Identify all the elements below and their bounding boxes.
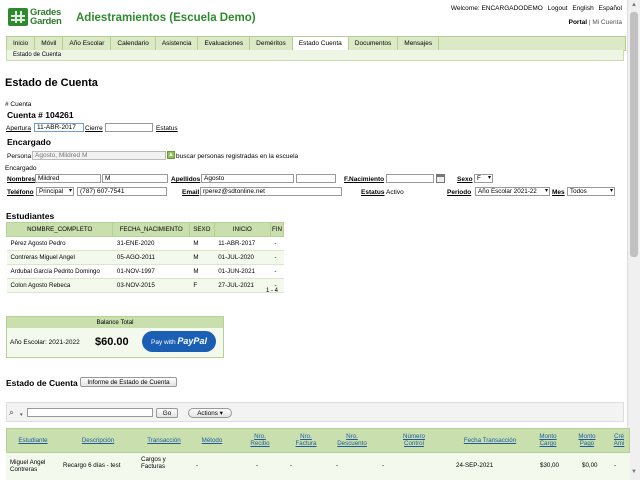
top-links: Welcome: ENCARGADODEMO Logout English Es… — [448, 5, 622, 12]
nombres-input[interactable]: Mildred — [35, 174, 101, 183]
periodo-label: Periodo — [447, 189, 472, 196]
col-nombre-completo[interactable]: NOMBRE_COMPLETO — [5, 222, 114, 237]
col-inicio[interactable]: INICIO — [213, 222, 272, 237]
email-label: Email — [182, 189, 200, 196]
chevron-down-icon: ▾ — [219, 410, 223, 417]
page-title: Estado de Cuenta — [5, 77, 98, 89]
col-metodo[interactable]: Método — [196, 437, 228, 444]
logo-icon — [8, 8, 28, 26]
telefono-input[interactable]: (787) 607-7541 — [77, 187, 167, 196]
telefono-label: Teléfono — [7, 189, 34, 196]
tab-movil[interactable]: Móvil — [35, 37, 64, 50]
apertura-label: Apertura — [6, 125, 31, 132]
tab-asistencia[interactable]: Asistencia — [156, 37, 199, 50]
table-row: Contreras Miguel Angel 05-AGO-2011 M 01-… — [6, 250, 284, 265]
search-input[interactable] — [27, 408, 153, 417]
col-estudiante[interactable]: Estudiante — [8, 437, 58, 444]
tab-documentos[interactable]: Documentos — [349, 37, 399, 50]
col-nro-factura[interactable]: Nro. Factura — [292, 433, 320, 447]
estado-cuenta-heading: Estado de Cuenta — [6, 378, 78, 388]
scroll-up-icon[interactable]: ▲ — [631, 2, 637, 8]
inicial-input[interactable]: M — [102, 174, 168, 183]
mes-label: Mes — [552, 189, 565, 196]
persona-label: Persona — [7, 153, 32, 160]
search-persona-icon[interactable]: ▲ — [167, 151, 175, 159]
mes-select[interactable]: Todos — [567, 187, 615, 196]
espanol-link[interactable]: Español — [599, 5, 623, 12]
main-nav: Inicio Móvil Año Escolar Calendario Asis… — [6, 36, 626, 51]
apertura-input[interactable]: 11-ABR-2017 — [34, 123, 84, 132]
col-monto-cargo[interactable]: Monto Cargo — [534, 433, 562, 447]
col-fin[interactable]: FIN — [270, 222, 284, 237]
col-nro-descuento[interactable]: Nro. Descuento — [334, 433, 370, 447]
balance-header: Balance Total — [7, 317, 223, 328]
balance-label: Año Escolar: 2021-2022 — [10, 339, 80, 346]
col-sexo[interactable]: SEXO — [188, 222, 215, 237]
persona-input[interactable]: Agosto, Mildred M — [32, 151, 166, 160]
students-pagination: 1 - 4 — [266, 288, 279, 294]
email-input[interactable]: rperez@sdtonline.net — [200, 187, 342, 196]
actions-button[interactable]: Actions ▾ — [188, 408, 232, 418]
english-link[interactable]: English — [572, 5, 593, 12]
tab-evaluaciones[interactable]: Evaluaciones — [198, 37, 251, 50]
logout-link[interactable]: Logout — [548, 5, 568, 12]
encargado-heading: Encargado — [7, 137, 51, 147]
paypal-logo: PayPal — [177, 336, 207, 346]
table-row: Ardubal García Pedrito Domingo 01-NOV-19… — [6, 264, 284, 279]
num-cuenta-label: # Cuenta — [5, 101, 32, 108]
go-button[interactable]: Go — [156, 408, 178, 418]
col-fecha-nacimiento[interactable]: FECHA_NACIMIENTO — [112, 222, 190, 237]
tab-calendario[interactable]: Calendario — [111, 37, 156, 50]
calendar-icon[interactable] — [436, 174, 445, 183]
apellidos-label: Apellidos — [171, 176, 201, 183]
tab-mensajes[interactable]: Mensajes — [398, 37, 440, 50]
estatus2-value: Activo — [386, 189, 404, 196]
col-fecha-transaccion[interactable]: Fecha Transacción — [456, 437, 524, 444]
col-descripcion[interactable]: Descripción — [70, 437, 126, 444]
table-row: Colon Agosto Rebeca 03-NOV-2015 F 27-JUL… — [6, 278, 284, 293]
estatus2-label: Estatus — [361, 189, 385, 196]
scrollbar-thumb[interactable] — [630, 12, 638, 257]
fnac-label: F.Nacimiento — [344, 176, 385, 183]
fnac-input[interactable] — [386, 174, 434, 183]
logo-text: Grades Garden — [30, 7, 62, 27]
mi-cuenta-link[interactable]: Mi Cuenta — [592, 19, 622, 26]
telefono-tipo-select[interactable]: Principal — [36, 187, 74, 196]
cierre-input[interactable] — [105, 123, 153, 132]
sexo-select[interactable]: F — [474, 174, 493, 183]
encargado-label: Encargado — [5, 165, 37, 172]
students-table: NOMBRE_COMPLETO FECHA_NACIMIENTO SEXO IN… — [5, 222, 284, 293]
cuenta-heading: Cuenta # 104261 — [7, 110, 74, 120]
col-monto-pago[interactable]: Monto Pago — [574, 433, 600, 447]
sexo-label: Sexo — [457, 176, 473, 183]
apellido2-input[interactable] — [296, 174, 336, 183]
welcome-text: Welcome: ENCARGADODEMO — [450, 5, 543, 12]
estudiantes-heading: Estudiantes — [6, 211, 55, 221]
tab-demeritos[interactable]: Deméritos — [250, 37, 293, 50]
col-transaccion[interactable]: Transacción — [138, 437, 190, 444]
apellido1-input[interactable]: Agosto — [201, 174, 294, 183]
sub-nav-estado-de-cuenta[interactable]: Estado de Cuenta — [6, 50, 624, 61]
table-row: Pérez Agosto Pedro 31-ENE-2020 M 11-ABR-… — [6, 236, 284, 251]
balance-amount: $60.00 — [95, 336, 129, 348]
tab-estado-cuenta[interactable]: Estado Cuenta — [292, 37, 349, 50]
informe-button[interactable]: Informe de Estado de Cuenta — [80, 377, 177, 387]
scroll-down-icon[interactable]: ▼ — [631, 469, 637, 475]
col-numero-control[interactable]: Número Control — [394, 433, 434, 447]
cierre-label: Cierre — [85, 125, 103, 132]
col-credito-amigo[interactable]: Cré Ami — [610, 433, 628, 447]
estatus-label: Estatus — [156, 125, 178, 132]
app-title: Adiestramientos (Escuela Demo) — [76, 12, 256, 24]
col-nro-recibo[interactable]: Nro. Recibo — [246, 433, 274, 447]
portal-link[interactable]: Portal — [569, 19, 587, 26]
tab-ano-escolar[interactable]: Año Escolar — [63, 37, 112, 50]
paypal-button[interactable]: Pay with PayPal — [142, 331, 216, 352]
periodo-select[interactable]: Año Escolar 2021-22 — [475, 187, 550, 196]
chevron-down-icon[interactable]: ▾ — [20, 412, 23, 418]
buscar-text: buscar personas registradas en la escuel… — [176, 153, 299, 160]
tab-inicio[interactable]: Inicio — [7, 37, 36, 50]
portal-links: Portal | Mi Cuenta — [568, 19, 622, 26]
nombres-label: Nombres — [7, 176, 36, 183]
